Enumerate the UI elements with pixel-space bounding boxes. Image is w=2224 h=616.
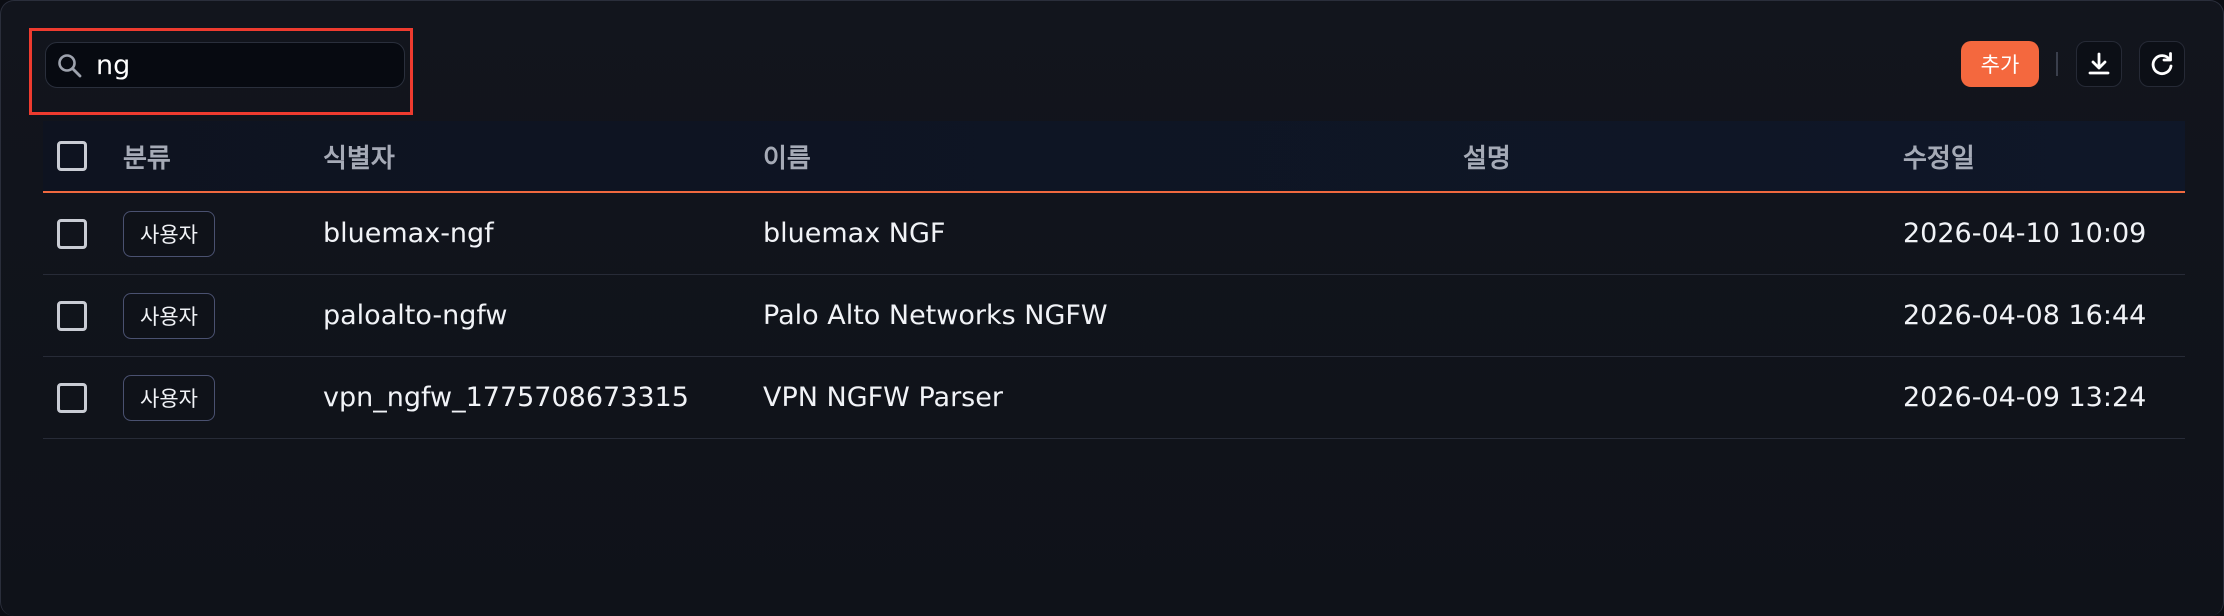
header-name[interactable]: 이름 [763, 121, 811, 191]
header-modified[interactable]: 수정일 [1903, 121, 1975, 191]
category-badge: 사용자 [123, 210, 215, 257]
download-icon [2088, 52, 2110, 75]
toolbar-divider [2056, 52, 2058, 76]
refresh-icon [2151, 52, 2173, 76]
row-checkbox[interactable] [57, 218, 87, 249]
header-category[interactable]: 분류 [123, 121, 171, 191]
download-button[interactable] [2076, 41, 2122, 87]
row-name: VPN NGFW Parser [763, 382, 1003, 413]
table-row[interactable]: 사용자 bluemax-ngf bluemax NGF 2026-04-10 1… [43, 193, 2185, 275]
add-button[interactable]: 추가 [1961, 41, 2039, 87]
search-icon [58, 54, 82, 78]
row-identifier: bluemax-ngf [323, 218, 494, 249]
list-panel: 추가 분류 식별자 이름 설명 수정일 사용자 bluemax-ngf blue… [0, 0, 2224, 616]
row-modified: 2026-04-10 10:09 [1903, 218, 2147, 249]
header-description[interactable]: 설명 [1463, 121, 1511, 191]
table-row[interactable]: 사용자 vpn_ngfw_1775708673315 VPN NGFW Pars… [43, 357, 2185, 439]
row-checkbox[interactable] [57, 300, 87, 331]
header-identifier[interactable]: 식별자 [323, 121, 395, 191]
search-input[interactable] [96, 43, 396, 87]
category-badge: 사용자 [123, 292, 215, 339]
refresh-button[interactable] [2139, 41, 2185, 87]
row-name: Palo Alto Networks NGFW [763, 300, 1108, 331]
row-modified: 2026-04-09 13:24 [1903, 382, 2147, 413]
select-all-checkbox[interactable] [57, 141, 87, 171]
row-checkbox[interactable] [57, 382, 87, 413]
category-badge: 사용자 [123, 374, 215, 421]
search-box[interactable] [45, 42, 405, 88]
table-row[interactable]: 사용자 paloalto-ngfw Palo Alto Networks NGF… [43, 275, 2185, 357]
parser-table: 분류 식별자 이름 설명 수정일 사용자 bluemax-ngf bluemax… [43, 121, 2185, 439]
table-header: 분류 식별자 이름 설명 수정일 [43, 121, 2185, 193]
row-identifier: paloalto-ngfw [323, 300, 508, 331]
row-name: bluemax NGF [763, 218, 946, 249]
row-identifier: vpn_ngfw_1775708673315 [323, 382, 689, 413]
row-modified: 2026-04-08 16:44 [1903, 300, 2147, 331]
